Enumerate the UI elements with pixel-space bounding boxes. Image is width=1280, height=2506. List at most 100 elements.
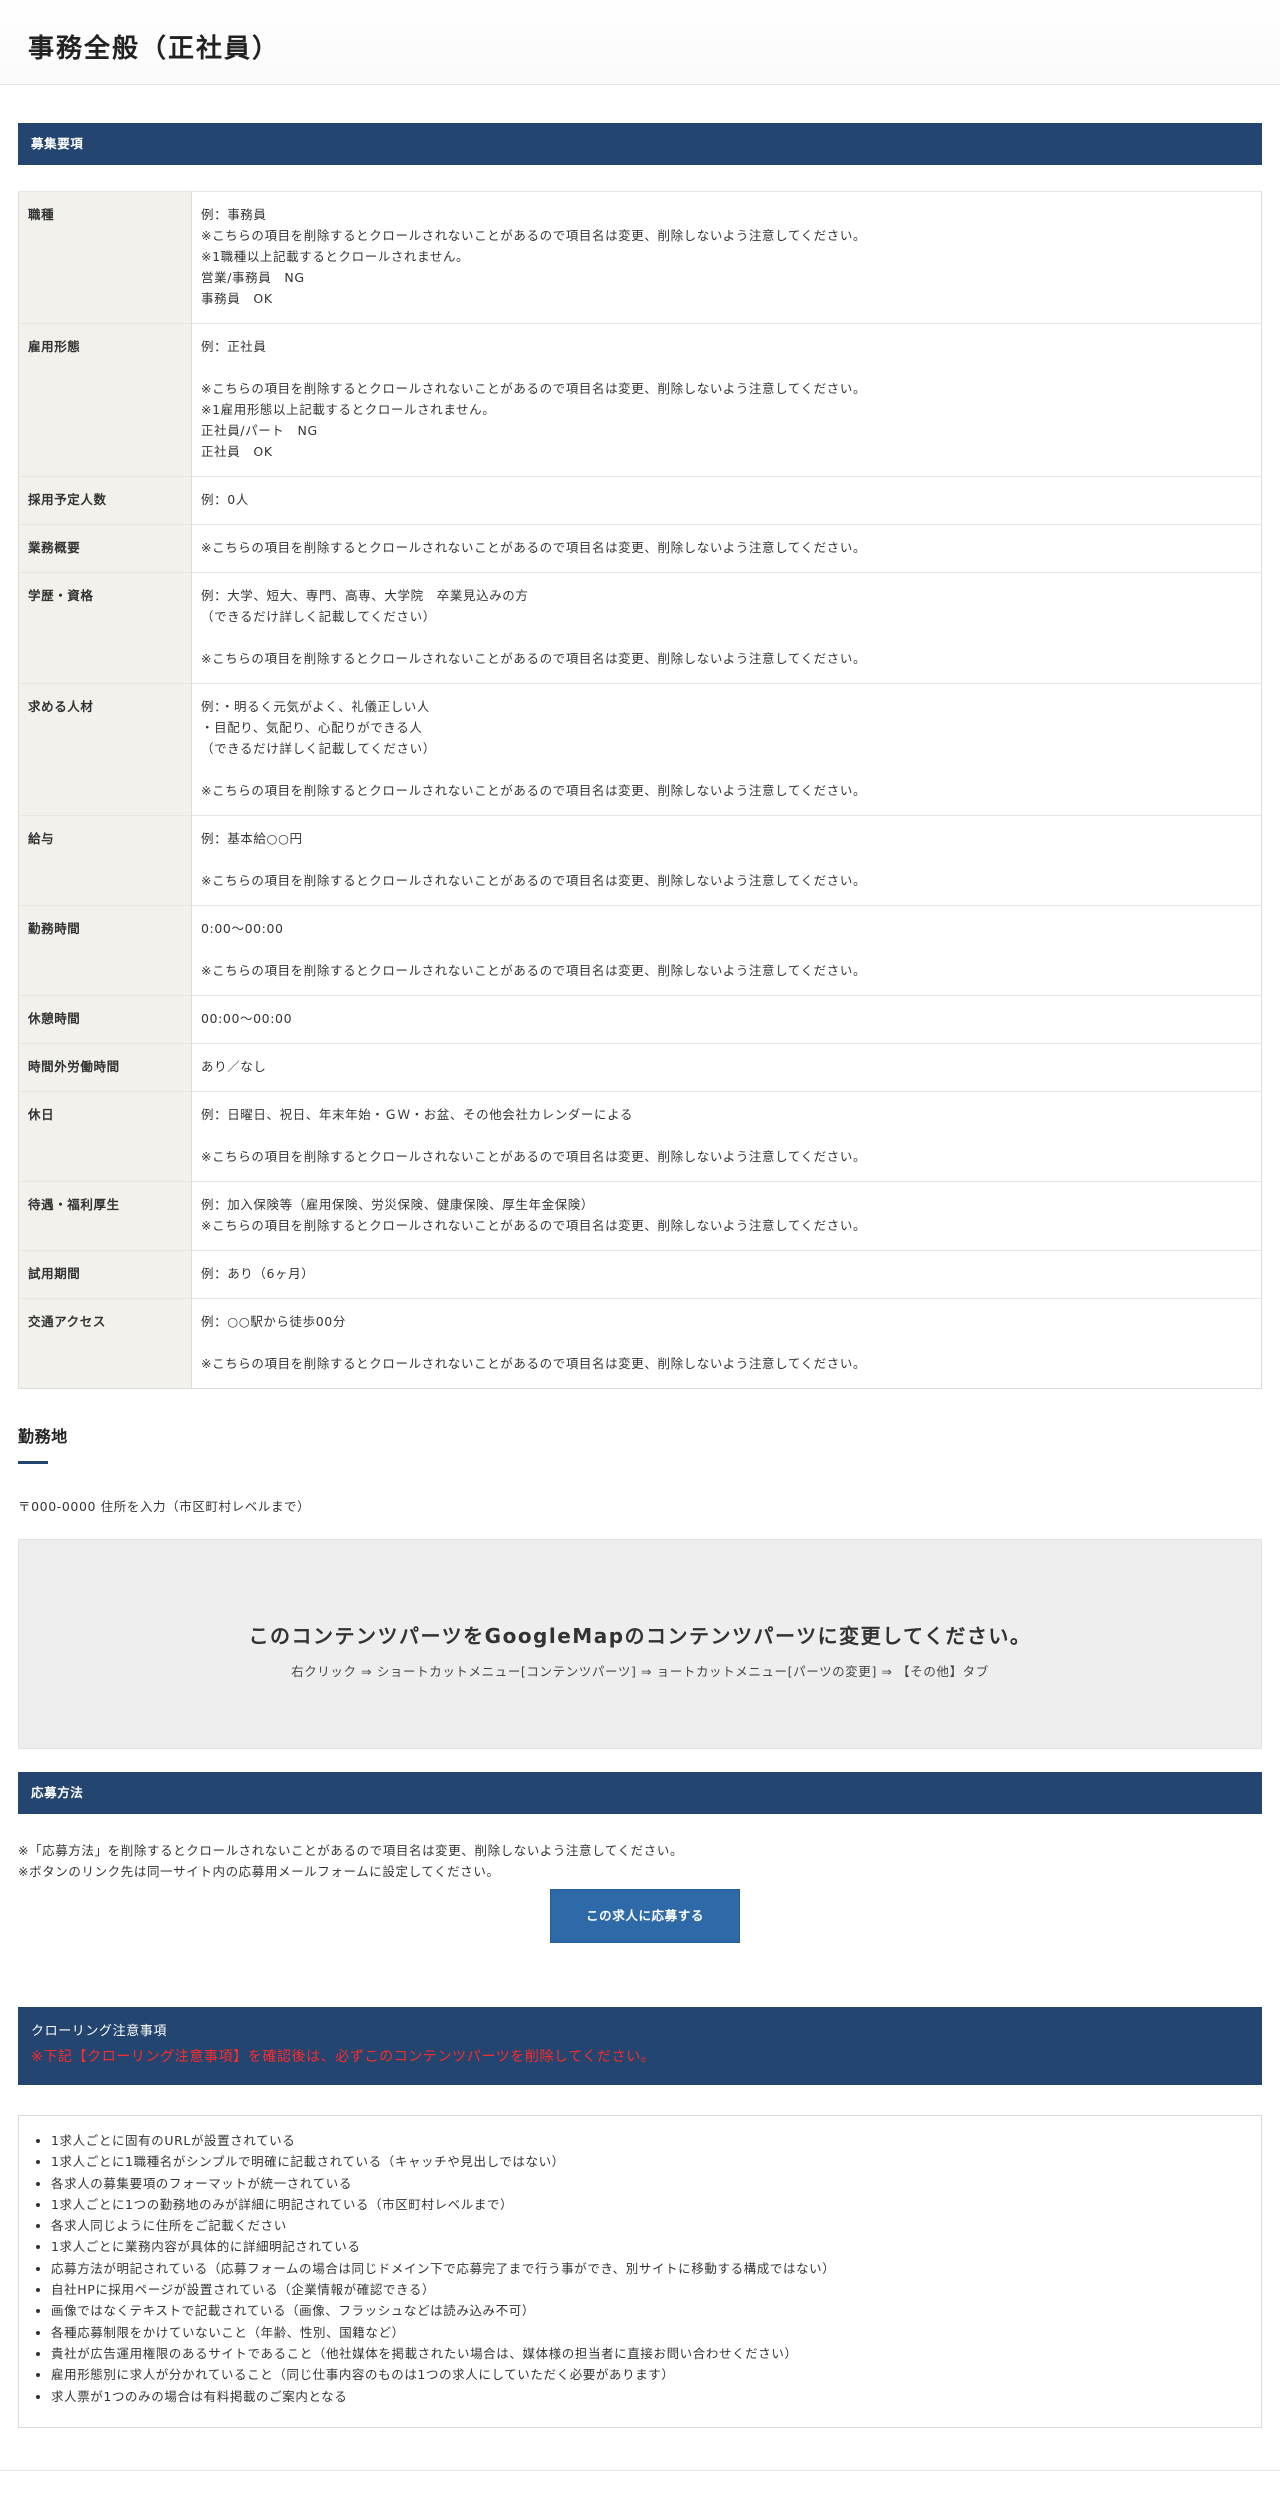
requirement-value-line: [201, 759, 1255, 780]
requirement-value-line: （できるだけ詳しく記載してください）: [201, 609, 436, 624]
requirement-label: 勤務時間: [18, 905, 192, 996]
requirement-value-line: ※こちらの項目を削除するとクロールされないことがあるので項目名は変更、削除しない…: [201, 783, 867, 798]
requirement-value-line: 例：基本給○○円: [201, 831, 303, 846]
address-text: 〒000-0000 住所を入力（市区町村レベルまで）: [18, 1499, 311, 1514]
checklist-item: 雇用形態別に求人が分かれていること（同じ仕事内容のものは1つの求人にしていただく…: [51, 2364, 1247, 2385]
section-bar-oubo: 応募方法: [18, 1772, 1262, 1814]
requirement-value-line: 例：正社員: [201, 339, 267, 354]
apply-note: ※ボタンのリンク先は同一サイト内の応募用メールフォームに設定してください。: [18, 1864, 500, 1879]
page-title: 事務全般（正社員）: [28, 34, 281, 64]
crawl-checklist-list: 1求人ごとに固有のURLが設置されている1求人ごとに1職種名がシンプルで明確に記…: [33, 2130, 1247, 2407]
crawl-notice-warning: ※下記【クローリング注意事項】を確認後は、必ずこのコンテンツパーツを削除してくだ…: [31, 2049, 656, 2065]
requirement-label: 休憩時間: [18, 995, 192, 1044]
requirement-value-line: ※1職種以上記載するとクロールされません。: [201, 249, 470, 264]
requirement-label: 給与: [18, 815, 192, 906]
requirement-label: 交通アクセス: [18, 1298, 192, 1389]
requirement-value-line: ※こちらの項目を削除するとクロールされないことがあるので項目名は変更、削除しない…: [201, 963, 867, 978]
requirement-value-line: 例：加入保険等（雇用保険、労災保険、健康保険、厚生年金保険）: [201, 1197, 595, 1212]
checklist-item: 画像ではなくテキストで記載されている（画像、フラッシュなどは読み込み不可）: [51, 2300, 1247, 2321]
requirement-value-line: ・目配り、気配り、心配りができる人: [201, 720, 423, 735]
map-placeholder-instructions: 右クリック ⇒ ショートカットメニュー[コンテンツパーツ] ⇒ ョートカットメニ…: [291, 1664, 989, 1679]
requirement-value: ※こちらの項目を削除するとクロールされないことがあるので項目名は変更、削除しない…: [191, 524, 1262, 573]
requirement-value-line: [201, 1125, 1255, 1146]
requirement-value-line: 例：・明るく元気がよく、礼儀正しい人: [201, 699, 430, 714]
requirement-row: 学歴・資格 例：大学、短大、専門、高専、大学院 卒業見込みの方 （できるだけ詳しく記…: [18, 572, 1262, 684]
requirement-value-line: 正社員/パート NG: [201, 423, 318, 438]
requirement-value: 例：加入保険等（雇用保険、労災保険、健康保険、厚生年金保険） ※こちらの項目を削除…: [191, 1181, 1262, 1251]
requirement-value-line: ※こちらの項目を削除するとクロールされないことがあるので項目名は変更、削除しない…: [201, 873, 867, 888]
requirement-value-line: 正社員 OK: [201, 444, 273, 459]
heading-underline: [18, 1461, 48, 1464]
requirement-value-line: [201, 939, 1255, 960]
requirement-value-line: ※1雇用形態以上記載するとクロールされません。: [201, 402, 496, 417]
map-placeholder: このコンテンツパーツをGoogleMapのコンテンツパーツに変更してください。 …: [18, 1539, 1262, 1749]
requirement-value-line: ※こちらの項目を削除するとクロールされないことがあるので項目名は変更、削除しない…: [201, 1149, 867, 1164]
requirement-label: 時間外労働時間: [18, 1043, 192, 1092]
requirement-value-line: ※こちらの項目を削除するとクロールされないことがあるので項目名は変更、削除しない…: [201, 1356, 867, 1371]
requirement-row: 休日 例：日曜日、祝日、年末年始・ＧＷ・お盆、その他会社カレンダーによる ※こちらの…: [18, 1091, 1262, 1182]
requirement-value-line: 例：○○駅から徒歩00分: [201, 1314, 346, 1329]
requirement-label: 待遇・福利厚生: [18, 1181, 192, 1251]
requirement-value-line: 例：事務員: [201, 207, 267, 222]
requirement-value-line: 例：あり（6ヶ月）: [201, 1266, 315, 1281]
map-placeholder-title: このコンテンツパーツをGoogleMapのコンテンツパーツに変更してください。: [248, 1624, 1032, 1648]
requirement-row: 待遇・福利厚生 例：加入保険等（雇用保険、労災保険、健康保険、厚生年金保険） ※こち…: [18, 1181, 1262, 1251]
requirement-value: 0:00〜00:00 ※こちらの項目を削除するとクロールされないことがあるので項目…: [191, 905, 1262, 996]
requirement-value-line: [201, 849, 1255, 870]
checklist-item: 1求人ごとに1職種名がシンプルで明確に記載されている（キャッチや見出しではない）: [51, 2151, 1247, 2172]
requirement-value-line: [201, 627, 1255, 648]
requirements-table-body: 職種 例：事務員 ※こちらの項目を削除するとクロールされないことがあるので項目名は変…: [18, 191, 1262, 1389]
requirement-row: 職種 例：事務員 ※こちらの項目を削除するとクロールされないことがあるので項目名は変…: [18, 191, 1262, 324]
requirement-value: 例：事務員 ※こちらの項目を削除するとクロールされないことがあるので項目名は変更、…: [191, 191, 1262, 324]
requirement-label: 雇用形態: [18, 323, 192, 477]
requirement-value: あり／なし: [191, 1043, 1262, 1092]
crawl-notice-title: クローリング注意事項: [31, 2024, 168, 2039]
requirement-value: 00:00〜00:00: [191, 995, 1262, 1044]
requirement-row: 交通アクセス 例：○○駅から徒歩00分 ※こちらの項目を削除するとクロールされないこ…: [18, 1298, 1262, 1389]
requirement-label: 採用予定人数: [18, 476, 192, 525]
requirement-row: 給与 例：基本給○○円 ※こちらの項目を削除するとクロールされないことがあるので項目…: [18, 815, 1262, 906]
requirement-label: 業務概要: [18, 524, 192, 573]
requirement-value: 例：正社員 ※こちらの項目を削除するとクロールされないことがあるので項目名は変更、…: [191, 323, 1262, 477]
requirement-value: 例：○○駅から徒歩00分 ※こちらの項目を削除するとクロールされないことがあるので…: [191, 1298, 1262, 1389]
requirement-value-line: ※こちらの項目を削除するとクロールされないことがあるので項目名は変更、削除しない…: [201, 228, 867, 243]
requirement-value-line: （できるだけ詳しく記載してください）: [201, 741, 436, 756]
requirement-label: 休日: [18, 1091, 192, 1182]
requirement-value-line: ※こちらの項目を削除するとクロールされないことがあるので項目名は変更、削除しない…: [201, 1218, 867, 1233]
requirement-value: 例：基本給○○円 ※こちらの項目を削除するとクロールされないことがあるので項目名は…: [191, 815, 1262, 906]
apply-note: ※「応募方法」を削除するとクロールされないことがあるので項目名は変更、削除しない…: [18, 1843, 684, 1858]
requirement-row: 業務概要 ※こちらの項目を削除するとクロールされないことがあるので項目名は変更、削…: [18, 524, 1262, 573]
requirement-label: 学歴・資格: [18, 572, 192, 684]
requirement-value-line: 例：0人: [201, 492, 249, 507]
crawl-checklist: 1求人ごとに固有のURLが設置されている1求人ごとに1職種名がシンプルで明確に記…: [18, 2115, 1262, 2428]
checklist-item: 各求人同じように住所をご記載ください: [51, 2215, 1247, 2236]
page-header: 事務全般（正社員）: [0, 0, 1280, 85]
requirement-value-line: 00:00〜00:00: [201, 1011, 293, 1026]
requirement-value: 例：日曜日、祝日、年末年始・ＧＷ・お盆、その他会社カレンダーによる ※こちらの項目…: [191, 1091, 1262, 1182]
kinmuchi-heading: 勤務地: [18, 1427, 68, 1446]
requirement-row: 時間外労働時間 あり／なし: [18, 1043, 1262, 1092]
footer-divider: [0, 2470, 1280, 2471]
requirement-row: 採用予定人数 例：0人: [18, 476, 1262, 525]
section-bar-boshu: 募集要項: [18, 123, 1262, 165]
requirement-label: 試用期間: [18, 1250, 192, 1299]
checklist-item: 各求人の募集要項のフォーマットが統一されている: [51, 2173, 1247, 2194]
checklist-item: 1求人ごとに業務内容が具体的に詳細明記されている: [51, 2236, 1247, 2257]
requirement-value-line: ※こちらの項目を削除するとクロールされないことがあるので項目名は変更、削除しない…: [201, 381, 867, 396]
apply-button-wrap: この求人に応募する: [18, 1889, 1262, 1943]
apply-notes: ※「応募方法」を削除するとクロールされないことがあるので項目名は変更、削除しない…: [18, 1840, 1262, 1882]
checklist-item: 各種応募制限をかけていないこと（年齢、性別、国籍など）: [51, 2322, 1247, 2343]
requirement-value-line: 例：大学、短大、専門、高専、大学院 卒業見込みの方: [201, 588, 529, 603]
checklist-item: 1求人ごとに1つの勤務地のみが詳細に明記されている（市区町村レベルまで）: [51, 2194, 1247, 2215]
requirement-value: 例：あり（6ヶ月）: [191, 1250, 1262, 1299]
requirements-table: 職種 例：事務員 ※こちらの項目を削除するとクロールされないことがあるので項目名は変…: [18, 191, 1262, 1389]
requirement-row: 求める人材 例：・明るく元気がよく、礼儀正しい人 ・目配り、気配り、心配りができる人…: [18, 683, 1262, 816]
checklist-item: 自社HPに採用ページが設置されている（企業情報が確認できる）: [51, 2279, 1247, 2300]
requirement-row: 試用期間 例：あり（6ヶ月）: [18, 1250, 1262, 1299]
checklist-item: 1求人ごとに固有のURLが設置されている: [51, 2130, 1247, 2151]
requirement-label: 求める人材: [18, 683, 192, 816]
requirement-label: 職種: [18, 191, 192, 324]
apply-button[interactable]: この求人に応募する: [550, 1889, 740, 1943]
requirement-value-line: 事務員 OK: [201, 291, 273, 306]
requirement-value-line: [201, 357, 1255, 378]
